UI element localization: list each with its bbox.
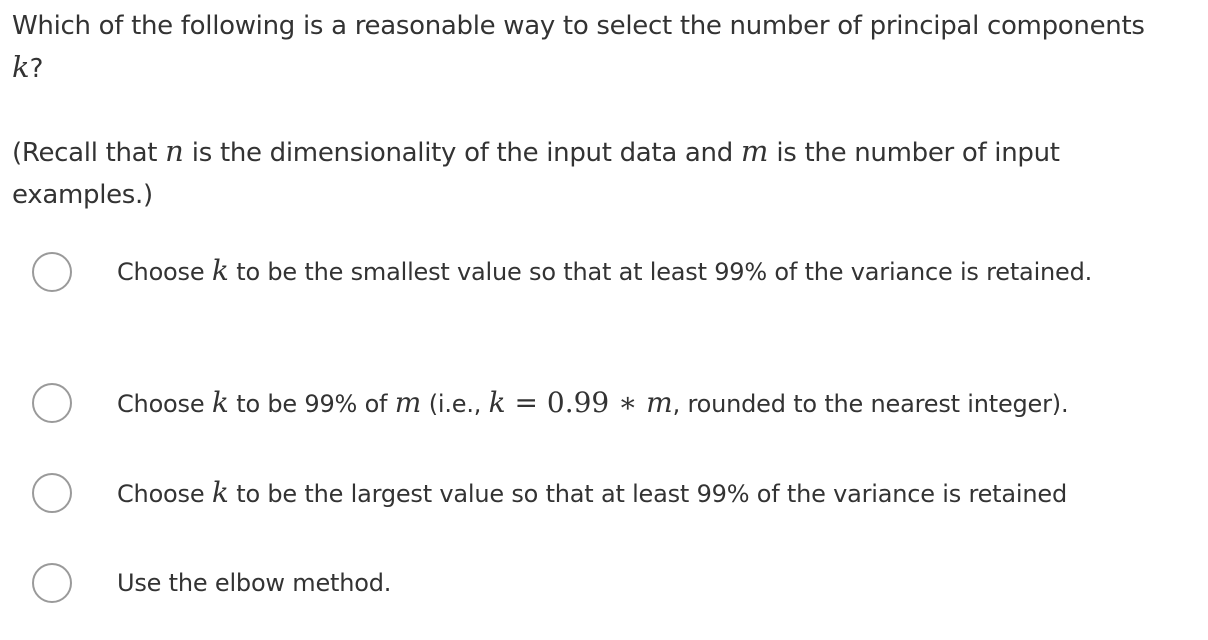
option-2-pre: Choose [117, 390, 212, 418]
radio-button-option-3[interactable] [32, 473, 72, 513]
recall-var-m: m [740, 134, 769, 168]
option-3-label: Choose k to be the largest value so that… [117, 472, 1197, 515]
question-prefix: Which of the following is a reasonable w… [12, 11, 1145, 41]
recall-part1: (Recall that [12, 138, 166, 168]
option-2-var-m: m [394, 386, 422, 419]
option-2-mid1: to be 99% of [228, 390, 395, 418]
radio-button-option-4[interactable] [32, 563, 72, 603]
radio-button-option-1[interactable] [32, 252, 72, 292]
option-3-var-k: k [211, 476, 229, 509]
option-4-label: Use the elbow method. [117, 569, 392, 597]
option-3-post: to be the largest value so that at least… [228, 480, 1067, 508]
option-1-var-k: k [211, 254, 229, 287]
question-variable-k: k [12, 50, 30, 84]
question-text: Which of the following is a reasonable w… [12, 6, 1197, 90]
answer-option-4[interactable]: Use the elbow method. [0, 562, 1208, 606]
recall-note: (Recall that n is the dimensionality of … [12, 130, 1197, 216]
radio-button-option-2[interactable] [32, 383, 72, 423]
option-2-eq-num: 0.99 [546, 386, 610, 419]
option-2-eq-op: ∗ [609, 386, 647, 419]
option-2-eq-sign: = [505, 386, 547, 419]
answer-option-2[interactable]: Choose k to be 99% of m (i.e., k = 0.99 … [0, 382, 1208, 426]
answer-option-1[interactable]: Choose k to be the smallest value so tha… [0, 250, 1208, 335]
option-1-pre: Choose [117, 258, 212, 286]
question-suffix: ? [29, 54, 44, 84]
option-2-eq-rhs: m [646, 386, 673, 419]
option-3-pre: Choose [117, 480, 212, 508]
recall-var-n: n [165, 134, 184, 168]
option-2-var-k: k [211, 386, 229, 419]
recall-part2: is the dimensionality of the input data … [183, 138, 741, 168]
option-2-label: Choose k to be 99% of m (i.e., k = 0.99 … [117, 382, 1197, 425]
option-1-label: Choose k to be the smallest value so tha… [117, 250, 1197, 293]
option-2-eq-lhs: k [488, 386, 506, 419]
answer-option-3[interactable]: Choose k to be the largest value so that… [0, 472, 1208, 516]
option-1-post: to be the smallest value so that at leas… [228, 258, 1093, 286]
option-2-mid2: (i.e., [421, 390, 489, 418]
option-2-post: , rounded to the nearest integer). [672, 390, 1069, 418]
